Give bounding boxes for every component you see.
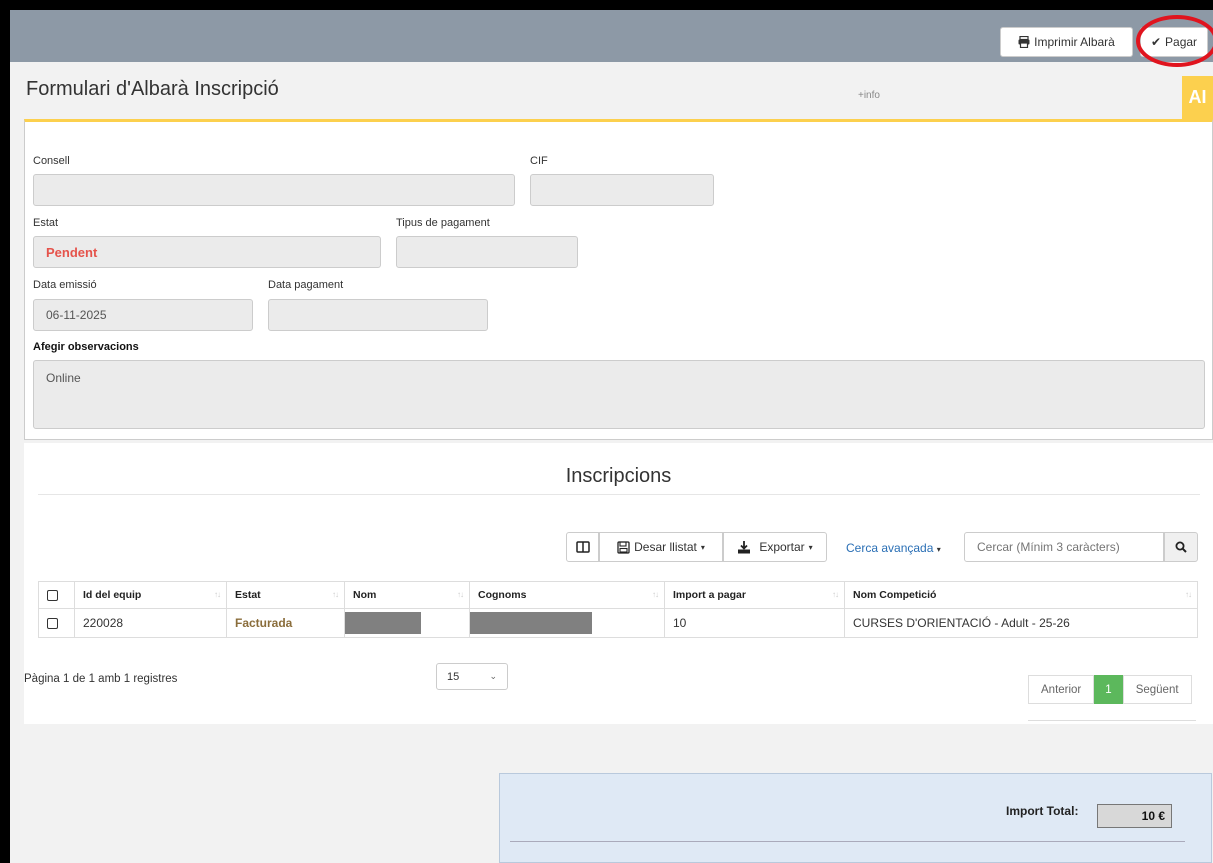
caret-down-icon: ▾ xyxy=(700,542,705,552)
status-cell: Facturada xyxy=(226,608,345,638)
advanced-search-label: Cerca avançada xyxy=(846,541,934,555)
search-input[interactable] xyxy=(964,532,1164,562)
amount-cell: 10 xyxy=(664,608,845,638)
row-select-cell[interactable] xyxy=(38,608,75,638)
chevron-down-icon: ⌄ xyxy=(489,671,497,681)
column-header-status[interactable]: Estat ↑↓ xyxy=(226,581,345,609)
pager-info: Pàgina 1 de 1 amb 1 registres xyxy=(24,673,178,685)
payment-date-label: Data pagament xyxy=(268,279,344,291)
sort-icon: ↑↓ xyxy=(832,590,839,599)
row-checkbox[interactable] xyxy=(47,618,58,630)
total-value: 10 € xyxy=(1097,804,1172,828)
delivery-note-form: Consell CIF Estat Pendent Tipus de pagam… xyxy=(24,119,1213,440)
consell-field[interactable] xyxy=(33,174,515,206)
sort-icon: ↑↓ xyxy=(214,590,221,599)
status-badge: Facturada xyxy=(235,616,293,630)
divider xyxy=(1028,720,1196,721)
issue-date-field[interactable]: 06-11-2025 xyxy=(33,299,253,331)
printer-icon xyxy=(1018,36,1030,48)
name-cell xyxy=(344,608,470,638)
redacted-surnames xyxy=(470,612,592,634)
page-size-select[interactable]: 15 ⌄ xyxy=(436,663,508,690)
payment-date-field[interactable] xyxy=(268,299,488,331)
print-delivery-note-button[interactable]: Imprimir Albarà xyxy=(1000,27,1133,57)
sort-icon: ↑↓ xyxy=(652,590,659,599)
competition-cell: CURSES D'ORIENTACIÓ - Adult - 25-26 xyxy=(844,608,1198,638)
column-header-competition[interactable]: Nom Competició ↑↓ xyxy=(844,581,1198,609)
pay-button[interactable]: ✔ Pagar xyxy=(1140,27,1208,57)
redacted-name xyxy=(345,612,421,634)
print-label: Imprimir Albarà xyxy=(1034,35,1115,49)
cif-field[interactable] xyxy=(530,174,714,206)
next-page-button[interactable]: Següent xyxy=(1122,675,1192,704)
column-header-amount[interactable]: Import a pagar ↑↓ xyxy=(664,581,845,609)
download-icon xyxy=(738,540,751,553)
sort-icon: ↑↓ xyxy=(332,590,339,599)
registrations-panel: Inscripcions Desar llistat ▾ Exportar ▾ xyxy=(24,443,1213,724)
consell-label: Consell xyxy=(33,155,70,167)
issue-date-label: Data emissió xyxy=(33,279,97,291)
table-row[interactable]: 220028 Facturada 10 CURSES D'ORIENTACIÓ … xyxy=(38,608,1198,638)
section-title: Inscripcions xyxy=(565,465,672,487)
search-button[interactable] xyxy=(1164,532,1198,562)
cif-label: CIF xyxy=(530,155,548,167)
columns-icon xyxy=(575,541,590,553)
export-button[interactable]: Exportar ▾ xyxy=(723,532,827,562)
prev-page-button[interactable]: Anterior xyxy=(1028,675,1095,704)
info-link[interactable]: +info xyxy=(858,90,880,101)
payment-type-field[interactable] xyxy=(396,236,578,268)
caret-down-icon: ▾ xyxy=(808,542,813,552)
table-header-row: Id del equip ↑↓ Estat ↑↓ Nom ↑↓ Cognoms ↑↓ I… xyxy=(38,581,1198,609)
column-header-team-id[interactable]: Id del equip ↑↓ xyxy=(74,581,227,609)
estat-field[interactable]: Pendent xyxy=(33,236,381,268)
columns-toggle-button[interactable] xyxy=(566,532,599,562)
save-list-label: Desar llistat xyxy=(634,540,697,554)
payment-type-label: Tipus de pagament xyxy=(396,217,490,229)
select-all-checkbox[interactable] xyxy=(47,589,58,601)
pagination: Anterior 1 Següent xyxy=(1028,675,1192,704)
app-frame: Imprimir Albarà ✔ Pagar Formulari d'Alba… xyxy=(10,10,1213,863)
column-header-surnames[interactable]: Cognoms ↑↓ xyxy=(469,581,665,609)
page-size-value: 15 xyxy=(447,670,460,683)
caret-down-icon: ▾ xyxy=(936,545,941,554)
total-panel: Import Total: 10 € xyxy=(499,773,1212,863)
pay-label: Pagar xyxy=(1165,35,1198,49)
floppy-disk-icon xyxy=(617,540,630,554)
select-all-cell[interactable] xyxy=(38,581,75,609)
page-title: Formulari d'Albarà Inscripció xyxy=(26,78,279,100)
divider xyxy=(510,841,1185,842)
export-label: Exportar xyxy=(759,540,805,554)
check-icon: ✔ xyxy=(1150,35,1162,49)
top-bar: Imprimir Albarà ✔ Pagar xyxy=(10,10,1213,62)
sort-icon: ↑↓ xyxy=(1185,590,1192,599)
divider xyxy=(38,494,1200,495)
observations-textarea[interactable]: Online xyxy=(33,360,1205,429)
registrations-table: Id del equip ↑↓ Estat ↑↓ Nom ↑↓ Cognoms ↑↓ I… xyxy=(38,581,1198,638)
save-list-button[interactable]: Desar llistat ▾ xyxy=(599,532,723,562)
estat-label: Estat xyxy=(33,217,59,229)
sort-icon: ↑↓ xyxy=(457,590,464,599)
column-header-name[interactable]: Nom ↑↓ xyxy=(344,581,470,609)
ai-badge[interactable]: AI xyxy=(1182,76,1213,119)
surnames-cell xyxy=(469,608,665,638)
page-1-button[interactable]: 1 xyxy=(1094,675,1123,704)
advanced-search-dropdown[interactable]: Cerca avançada ▾ xyxy=(846,541,941,555)
search-icon xyxy=(1175,541,1187,553)
observations-label: Afegir observacions xyxy=(33,341,139,353)
total-label: Import Total: xyxy=(1006,804,1079,818)
team-id-cell: 220028 xyxy=(74,608,227,638)
